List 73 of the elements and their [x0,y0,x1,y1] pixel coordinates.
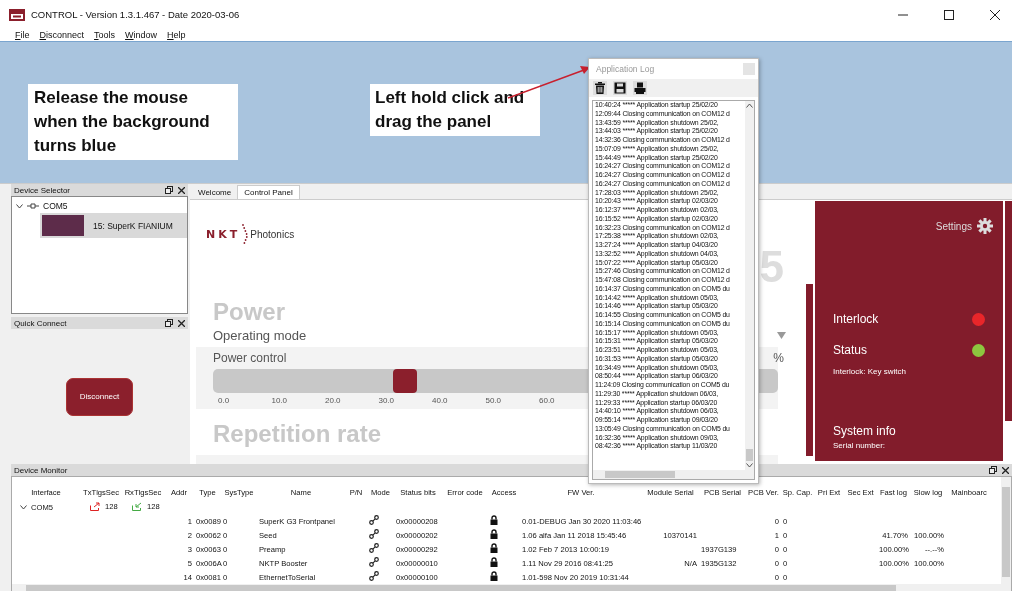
horizontal-scrollbar[interactable] [12,584,1001,591]
menu-item[interactable]: Disconnect [39,30,85,40]
application-log-dialog[interactable] [588,58,759,484]
tick-label: 40.0 [432,395,449,405]
scroll-up-icon[interactable] [746,103,753,108]
device-thumbnail [42,215,84,236]
close-icon[interactable] [178,319,185,327]
field-label: Operating mode [213,327,307,343]
tick-label: 10.0 [271,395,289,405]
indicator-label: Status [833,343,868,357]
link-icon [369,557,379,567]
section-title: System info [833,424,897,438]
callout-text: Left hold click and drag the panel [370,84,540,136]
nkt-logo: NKT Photonics [206,222,295,246]
indicator-label: Interlock [833,312,879,326]
tick-label: 50.0 [485,395,503,405]
panel-title: Device Selector [14,185,71,195]
slider-thumb[interactable] [393,368,418,393]
vertical-scrollbar[interactable] [1001,477,1011,591]
printer-icon[interactable] [633,81,647,95]
scroll-thumb[interactable] [746,449,753,461]
close-icon[interactable] [178,186,185,194]
settings-icon[interactable] [977,218,993,234]
interlock-note: Interlock: Key switch [833,367,907,376]
float-icon[interactable] [165,319,173,327]
lock-icon [490,571,498,581]
window-title: CONTROL - Version 1.3.1.467 - Date 2020-03-06 [31,9,240,20]
callout-text: Release the mouse when the background turns blue [28,84,238,160]
vertical-scrollbar[interactable] [745,101,754,470]
menu-item[interactable]: File [15,30,30,40]
float-icon[interactable] [165,186,173,194]
field-label: Serial number: [833,441,887,450]
lock-icon [490,557,498,567]
panel-title: Device Monitor [14,465,68,475]
tick-label: 20.0 [325,395,342,405]
link-icon [369,571,379,581]
chevron-icon[interactable] [16,203,23,209]
link-icon [369,529,379,539]
tick-label: 0.0 [218,395,231,405]
menu-item[interactable]: Tools [94,30,116,40]
link-icon [369,543,379,553]
menu-item[interactable]: Window [125,30,158,40]
trash-icon[interactable] [593,81,607,95]
unit-label: % [773,350,784,365]
chevron-icon[interactable] [20,504,27,510]
tree-item[interactable]: COM5 [43,201,68,211]
tick-label: 60.0 [539,395,556,405]
menu-item[interactable]: Help [167,30,186,40]
settings-link[interactable]: Settings [935,220,972,232]
dropdown-caret-icon[interactable] [777,331,786,339]
tab[interactable]: Control Panel [237,185,300,199]
scroll-down-icon[interactable] [746,463,753,468]
close-icon[interactable] [990,9,1000,20]
connector-icon [27,203,39,209]
app-icon [9,8,25,21]
save-icon[interactable] [613,81,627,95]
lock-icon [490,515,498,525]
disconnect-button[interactable]: Disconnect [66,377,133,416]
horizontal-scrollbar[interactable] [593,470,754,479]
link-icon [369,515,379,525]
maximize-icon[interactable] [944,9,954,20]
lock-icon [490,543,498,553]
tab[interactable]: Welcome [192,186,238,199]
float-icon[interactable] [989,466,997,474]
field-label: Power control [213,350,287,365]
device-item[interactable]: 15: SuperK FIANIUM [40,213,187,238]
window-title: Application Log [596,64,655,74]
lock-icon [490,529,498,539]
tick-label: 30.0 [378,395,396,405]
receive-icon [132,501,143,511]
close-icon[interactable] [1002,466,1009,474]
send-icon [90,501,101,511]
panel-title: Quick Connect [14,318,67,328]
